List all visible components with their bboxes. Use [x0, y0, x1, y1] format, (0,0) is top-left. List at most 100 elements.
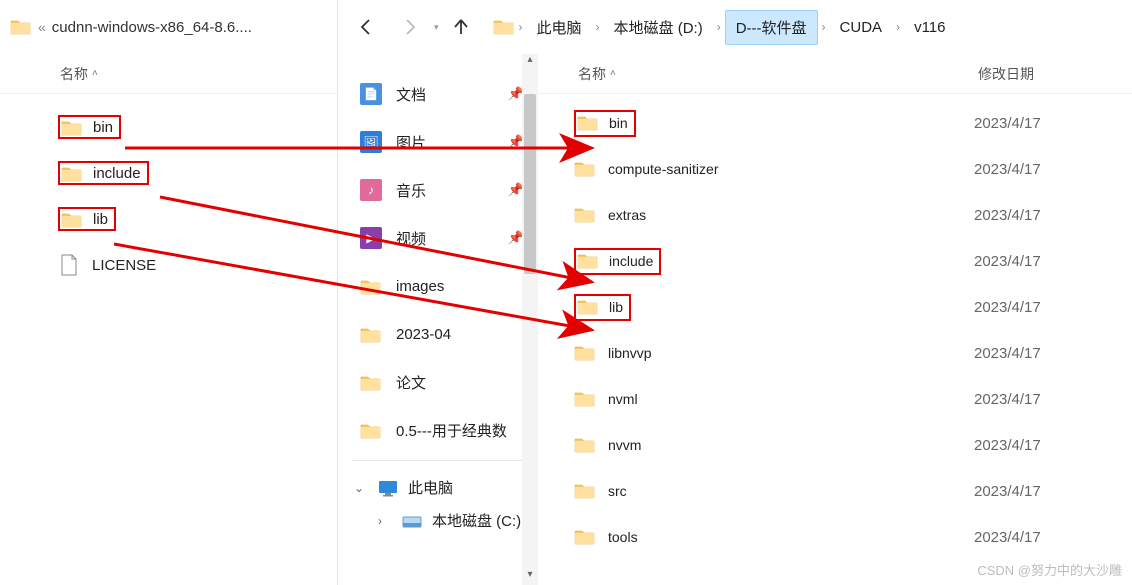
folder-icon: [493, 17, 515, 38]
chevron-right-icon: ›: [515, 20, 527, 34]
breadcrumb-item[interactable]: 本地磁盘 (D:): [604, 11, 713, 44]
scroll-up-icon[interactable]: ▴: [522, 54, 538, 70]
file-name-label: lib: [93, 211, 108, 228]
main-file-list: bin2023/4/17compute-sanitizer2023/4/17ex…: [538, 94, 1132, 560]
file-name-label: nvml: [608, 391, 638, 407]
folder-icon: [574, 389, 596, 410]
file-name-label: include: [609, 253, 653, 269]
list-item[interactable]: lib: [0, 196, 337, 242]
file-date-label: 2023/4/17: [974, 391, 1041, 408]
main-file-list-panel: 名称 ˄ 修改日期 bin2023/4/17compute-sanitizer2…: [538, 54, 1132, 585]
list-item[interactable]: src 2023/4/17: [538, 468, 1132, 514]
history-dropdown-icon[interactable]: ▾: [434, 22, 439, 33]
quick-access-item[interactable]: 📄文档📌: [338, 70, 538, 118]
tree-drive-c[interactable]: › 本地磁盘 (C:): [338, 504, 538, 537]
breadcrumb-item[interactable]: 此电脑: [527, 11, 592, 44]
chevron-right-icon: ›: [592, 20, 604, 34]
list-item[interactable]: extras 2023/4/17: [538, 192, 1132, 238]
sort-caret-icon: ˄: [610, 68, 616, 79]
chevron-right-icon: ›: [818, 20, 830, 34]
drive-icon: [402, 512, 422, 530]
folder-icon: [577, 251, 599, 272]
list-item[interactable]: lib2023/4/17: [538, 284, 1132, 330]
left-file-list: bininclude lib LICENSE: [0, 94, 337, 288]
tree-drive-c-label: 本地磁盘 (C:): [432, 510, 521, 531]
file-name-label: extras: [608, 207, 646, 223]
main-column-name[interactable]: 名称 ˄: [578, 64, 978, 84]
quick-access-item[interactable]: ▶视频📌: [338, 214, 538, 262]
list-item[interactable]: bin 2023/4/17: [538, 100, 1132, 146]
folder-icon: [61, 118, 83, 136]
file-date-label: 2023/4/17: [974, 207, 1041, 224]
folder-icon: [61, 210, 83, 228]
column-name-label: 名称: [60, 64, 88, 84]
left-column-name[interactable]: 名称 ˄: [60, 64, 337, 84]
list-item[interactable]: include2023/4/17: [538, 238, 1132, 284]
file-date-label: 2023/4/17: [974, 299, 1041, 316]
chevron-right-icon: ›: [892, 20, 904, 34]
scrollbar-thumb[interactable]: [524, 94, 536, 274]
navigation-toolbar: ▾ ›此电脑›本地磁盘 (D:)›D---软件盘›CUDA›v116: [338, 0, 1132, 54]
column-date-label: 修改日期: [978, 66, 1034, 82]
quick-access-item[interactable]: images: [338, 262, 538, 310]
quick-access-item[interactable]: 2023-04: [338, 310, 538, 358]
left-column-headers: 名称 ˄: [0, 54, 337, 94]
quick-access-label: 文档: [396, 84, 426, 105]
file-name-label: compute-sanitizer: [608, 161, 719, 177]
quick-access-scrollbar[interactable]: ▴ ▾: [522, 54, 538, 585]
music-icon: ♪: [360, 179, 382, 201]
back-button[interactable]: [344, 5, 388, 49]
list-item[interactable]: nvvm2023/4/17: [538, 422, 1132, 468]
list-item[interactable]: LICENSE: [0, 242, 337, 288]
quick-access-item[interactable]: ♪音乐📌: [338, 166, 538, 214]
address-breadcrumb[interactable]: ›此电脑›本地磁盘 (D:)›D---软件盘›CUDA›v116: [493, 10, 956, 45]
main-column-date[interactable]: 修改日期: [978, 64, 1132, 84]
monitor-icon: [378, 479, 398, 497]
folder-icon: [360, 275, 382, 297]
file-name-label: bin: [609, 115, 628, 131]
left-explorer-pane: « cudnn-windows-x86_64-8.6.... 名称 ˄ bini…: [0, 0, 338, 585]
breadcrumb-overflow: «: [32, 19, 52, 35]
file-date-label: 2023/4/17: [974, 437, 1041, 454]
quick-access-item[interactable]: 论文: [338, 358, 538, 406]
list-item[interactable]: bin: [0, 104, 337, 150]
folder-icon: [574, 435, 596, 456]
list-item[interactable]: include: [0, 150, 337, 196]
pic-icon: 🖼: [360, 131, 382, 153]
folder-icon: [577, 297, 599, 318]
quick-access-item[interactable]: 🖼图片📌: [338, 118, 538, 166]
breadcrumb-item[interactable]: D---软件盘: [725, 10, 818, 45]
video-icon: ▶: [360, 227, 382, 249]
breadcrumb-item[interactable]: CUDA: [830, 13, 893, 42]
folder-icon: [61, 164, 83, 182]
sort-caret-icon: ˄: [92, 68, 98, 79]
file-name-label: src: [608, 483, 627, 499]
quick-access-label: 0.5---用于经典数: [396, 420, 507, 441]
column-name-label: 名称: [578, 64, 606, 84]
breadcrumb-item[interactable]: v116: [904, 13, 955, 42]
tree-this-pc[interactable]: ⌄ 此电脑: [338, 471, 538, 504]
list-item[interactable]: tools2023/4/17: [538, 514, 1132, 560]
left-window-title: cudnn-windows-x86_64-8.6....: [52, 19, 252, 36]
quick-access-label: 音乐: [396, 180, 426, 201]
chevron-right-icon: ›: [378, 514, 392, 528]
folder-icon: [577, 113, 599, 134]
chevron-down-icon: ⌄: [354, 481, 368, 495]
file-name-label: tools: [608, 529, 638, 545]
folder-icon: [574, 527, 596, 548]
forward-button[interactable]: [388, 5, 432, 49]
folder-icon: [360, 323, 382, 345]
quick-access-item[interactable]: 0.5---用于经典数: [338, 406, 538, 454]
left-breadcrumb[interactable]: « cudnn-windows-x86_64-8.6....: [0, 0, 337, 54]
file-date-label: 2023/4/17: [974, 483, 1041, 500]
up-button[interactable]: [439, 5, 483, 49]
list-item[interactable]: compute-sanitizer2023/4/17: [538, 146, 1132, 192]
folder-icon: [574, 343, 596, 364]
folder-icon: [574, 159, 596, 180]
list-item[interactable]: libnvvp2023/4/17: [538, 330, 1132, 376]
list-item[interactable]: nvml 2023/4/17: [538, 376, 1132, 422]
quick-access-panel: 📄文档📌🖼图片📌♪音乐📌▶视频📌images2023-04论文0.5---用于经…: [338, 54, 538, 585]
file-date-label: 2023/4/17: [974, 345, 1041, 362]
scroll-down-icon[interactable]: ▾: [522, 569, 538, 585]
file-date-label: 2023/4/17: [974, 115, 1041, 132]
